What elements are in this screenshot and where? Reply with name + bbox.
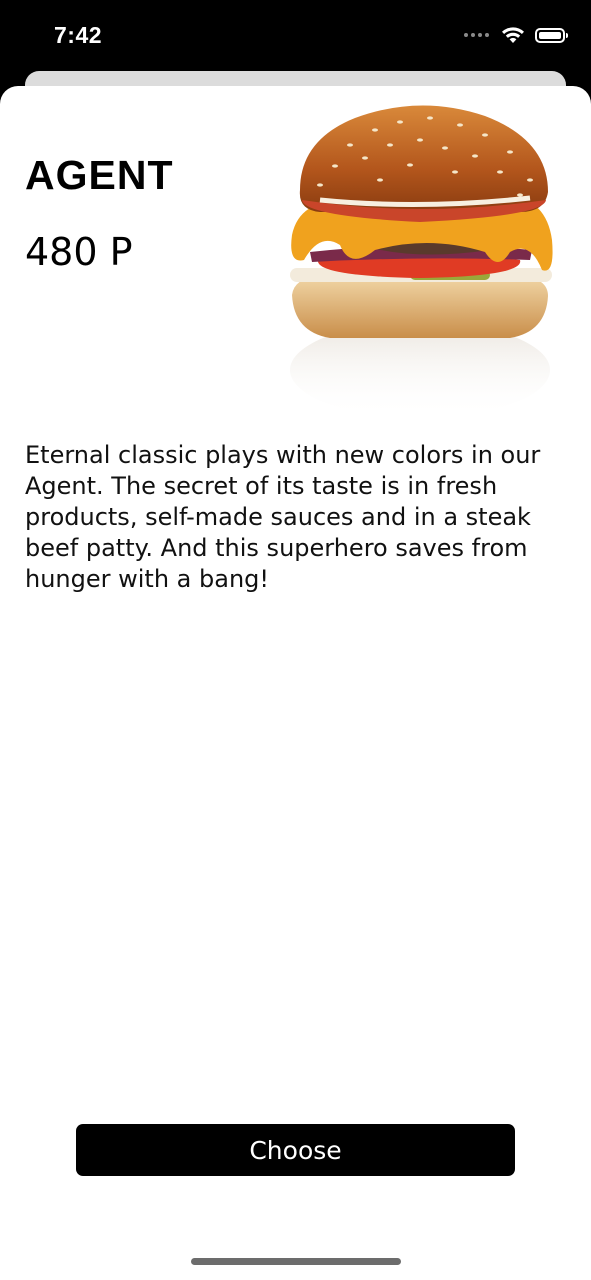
wifi-icon [502, 27, 524, 43]
product-price: 480 P [25, 230, 133, 274]
cellular-signal-icon [464, 33, 489, 37]
choose-button[interactable]: Choose [76, 1124, 515, 1176]
product-title: AGENT [25, 152, 174, 198]
status-icons [464, 26, 568, 44]
product-description: Eternal classic plays with new colors in… [25, 441, 541, 593]
home-indicator[interactable] [191, 1258, 401, 1265]
burger-image [290, 105, 553, 418]
product-detail-sheet: AGENT 480 P Eternal classic plays with n… [0, 86, 591, 1280]
status-time: 7:42 [54, 22, 103, 48]
status-bar: 7:42 [0, 0, 591, 75]
battery-icon [535, 27, 568, 43]
